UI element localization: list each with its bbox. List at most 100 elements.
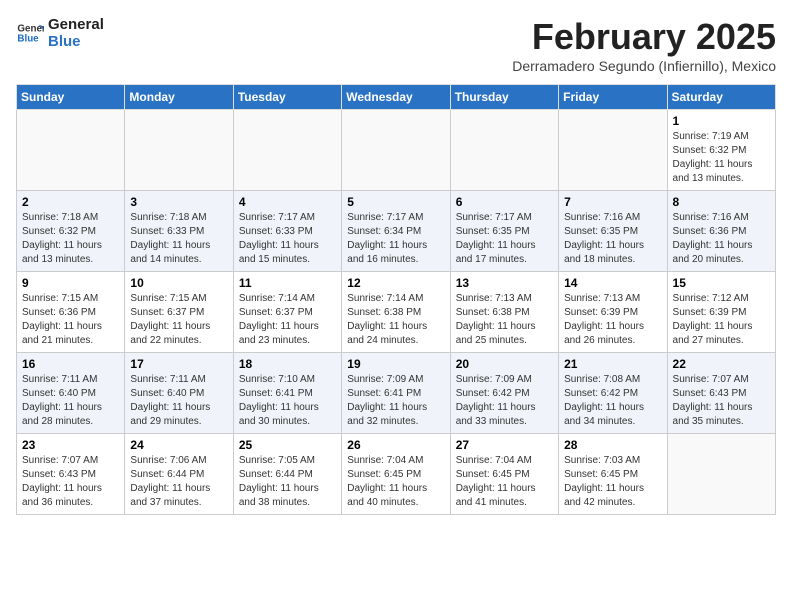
weekday-wednesday: Wednesday bbox=[342, 85, 450, 110]
calendar: SundayMondayTuesdayWednesdayThursdayFrid… bbox=[16, 84, 776, 515]
calendar-cell: 28 Sunrise: 7:03 AM Sunset: 6:45 PM Dayli… bbox=[559, 434, 667, 515]
day-info: Sunrise: 7:18 AM Sunset: 6:33 PM Dayligh… bbox=[130, 211, 227, 267]
header: General Blue General Blue February 2025 … bbox=[16, 16, 776, 74]
day-number: 10 bbox=[130, 276, 227, 290]
day-number: 23 bbox=[22, 438, 119, 452]
day-info: Sunrise: 7:05 AM Sunset: 6:44 PM Dayligh… bbox=[239, 454, 336, 510]
calendar-cell bbox=[450, 110, 558, 191]
day-info: Sunrise: 7:07 AM Sunset: 6:43 PM Dayligh… bbox=[22, 454, 119, 510]
calendar-cell: 16 Sunrise: 7:11 AM Sunset: 6:40 PM Dayli… bbox=[17, 353, 125, 434]
day-number: 11 bbox=[239, 276, 336, 290]
day-number: 15 bbox=[673, 276, 770, 290]
calendar-cell: 19 Sunrise: 7:09 AM Sunset: 6:41 PM Dayli… bbox=[342, 353, 450, 434]
day-number: 21 bbox=[564, 357, 661, 371]
day-info: Sunrise: 7:11 AM Sunset: 6:40 PM Dayligh… bbox=[130, 373, 227, 429]
calendar-cell bbox=[17, 110, 125, 191]
subtitle: Derramadero Segundo (Infiernillo), Mexic… bbox=[512, 58, 776, 74]
day-number: 17 bbox=[130, 357, 227, 371]
weekday-sunday: Sunday bbox=[17, 85, 125, 110]
day-info: Sunrise: 7:15 AM Sunset: 6:37 PM Dayligh… bbox=[130, 292, 227, 348]
calendar-cell: 23 Sunrise: 7:07 AM Sunset: 6:43 PM Dayli… bbox=[17, 434, 125, 515]
day-number: 25 bbox=[239, 438, 336, 452]
day-info: Sunrise: 7:09 AM Sunset: 6:42 PM Dayligh… bbox=[456, 373, 553, 429]
day-info: Sunrise: 7:08 AM Sunset: 6:42 PM Dayligh… bbox=[564, 373, 661, 429]
day-info: Sunrise: 7:16 AM Sunset: 6:35 PM Dayligh… bbox=[564, 211, 661, 267]
day-number: 1 bbox=[673, 114, 770, 128]
day-number: 18 bbox=[239, 357, 336, 371]
day-info: Sunrise: 7:16 AM Sunset: 6:36 PM Dayligh… bbox=[673, 211, 770, 267]
calendar-cell: 5 Sunrise: 7:17 AM Sunset: 6:34 PM Daylig… bbox=[342, 191, 450, 272]
day-number: 6 bbox=[456, 195, 553, 209]
calendar-cell: 13Sunrise: 7:13 AM Sunset: 6:38 PM Dayli… bbox=[450, 272, 558, 353]
calendar-cell: 21 Sunrise: 7:08 AM Sunset: 6:42 PM Dayli… bbox=[559, 353, 667, 434]
weekday-monday: Monday bbox=[125, 85, 233, 110]
logo-icon: General Blue bbox=[16, 19, 44, 47]
day-number: 7 bbox=[564, 195, 661, 209]
day-info: Sunrise: 7:17 AM Sunset: 6:35 PM Dayligh… bbox=[456, 211, 553, 267]
svg-text:Blue: Blue bbox=[17, 33, 39, 44]
day-number: 20 bbox=[456, 357, 553, 371]
calendar-cell: 4Sunrise: 7:17 AM Sunset: 6:33 PM Daylig… bbox=[233, 191, 341, 272]
calendar-cell: 26 Sunrise: 7:04 AM Sunset: 6:45 PM Dayli… bbox=[342, 434, 450, 515]
day-info: Sunrise: 7:09 AM Sunset: 6:41 PM Dayligh… bbox=[347, 373, 444, 429]
day-info: Sunrise: 7:11 AM Sunset: 6:40 PM Dayligh… bbox=[22, 373, 119, 429]
calendar-cell: 2Sunrise: 7:18 AM Sunset: 6:32 PM Daylig… bbox=[17, 191, 125, 272]
day-number: 8 bbox=[673, 195, 770, 209]
day-info: Sunrise: 7:04 AM Sunset: 6:45 PM Dayligh… bbox=[456, 454, 553, 510]
calendar-cell bbox=[342, 110, 450, 191]
day-number: 28 bbox=[564, 438, 661, 452]
day-number: 4 bbox=[239, 195, 336, 209]
day-number: 26 bbox=[347, 438, 444, 452]
day-number: 16 bbox=[22, 357, 119, 371]
calendar-cell: 6 Sunrise: 7:17 AM Sunset: 6:35 PM Daylig… bbox=[450, 191, 558, 272]
day-number: 14 bbox=[564, 276, 661, 290]
day-info: Sunrise: 7:14 AM Sunset: 6:38 PM Dayligh… bbox=[347, 292, 444, 348]
day-info: Sunrise: 7:14 AM Sunset: 6:37 PM Dayligh… bbox=[239, 292, 336, 348]
calendar-week-2: 2Sunrise: 7:18 AM Sunset: 6:32 PM Daylig… bbox=[17, 191, 776, 272]
day-info: Sunrise: 7:13 AM Sunset: 6:39 PM Dayligh… bbox=[564, 292, 661, 348]
day-number: 3 bbox=[130, 195, 227, 209]
calendar-cell: 20 Sunrise: 7:09 AM Sunset: 6:42 PM Dayli… bbox=[450, 353, 558, 434]
calendar-cell: 24 Sunrise: 7:06 AM Sunset: 6:44 PM Dayli… bbox=[125, 434, 233, 515]
day-info: Sunrise: 7:15 AM Sunset: 6:36 PM Dayligh… bbox=[22, 292, 119, 348]
title-area: February 2025 Derramadero Segundo (Infie… bbox=[512, 16, 776, 74]
weekday-header: SundayMondayTuesdayWednesdayThursdayFrid… bbox=[17, 85, 776, 110]
day-info: Sunrise: 7:04 AM Sunset: 6:45 PM Dayligh… bbox=[347, 454, 444, 510]
calendar-cell: 22 Sunrise: 7:07 AM Sunset: 6:43 PM Dayli… bbox=[667, 353, 775, 434]
day-number: 2 bbox=[22, 195, 119, 209]
weekday-tuesday: Tuesday bbox=[233, 85, 341, 110]
calendar-cell bbox=[233, 110, 341, 191]
weekday-friday: Friday bbox=[559, 85, 667, 110]
calendar-cell: 3 Sunrise: 7:18 AM Sunset: 6:33 PM Daylig… bbox=[125, 191, 233, 272]
calendar-cell: 9 Sunrise: 7:15 AM Sunset: 6:36 PM Daylig… bbox=[17, 272, 125, 353]
weekday-thursday: Thursday bbox=[450, 85, 558, 110]
day-number: 27 bbox=[456, 438, 553, 452]
calendar-cell: 11 Sunrise: 7:14 AM Sunset: 6:37 PM Dayli… bbox=[233, 272, 341, 353]
day-number: 24 bbox=[130, 438, 227, 452]
day-info: Sunrise: 7:12 AM Sunset: 6:39 PM Dayligh… bbox=[673, 292, 770, 348]
day-info: Sunrise: 7:03 AM Sunset: 6:45 PM Dayligh… bbox=[564, 454, 661, 510]
day-info: Sunrise: 7:07 AM Sunset: 6:43 PM Dayligh… bbox=[673, 373, 770, 429]
calendar-cell: 18 Sunrise: 7:10 AM Sunset: 6:41 PM Dayli… bbox=[233, 353, 341, 434]
day-info: Sunrise: 7:19 AM Sunset: 6:32 PM Dayligh… bbox=[673, 130, 770, 186]
day-number: 19 bbox=[347, 357, 444, 371]
calendar-week-3: 9 Sunrise: 7:15 AM Sunset: 6:36 PM Daylig… bbox=[17, 272, 776, 353]
day-number: 9 bbox=[22, 276, 119, 290]
day-number: 5 bbox=[347, 195, 444, 209]
month-title: February 2025 bbox=[512, 16, 776, 58]
calendar-week-1: 1 Sunrise: 7:19 AM Sunset: 6:32 PM Daylig… bbox=[17, 110, 776, 191]
calendar-week-4: 16 Sunrise: 7:11 AM Sunset: 6:40 PM Dayli… bbox=[17, 353, 776, 434]
day-info: Sunrise: 7:10 AM Sunset: 6:41 PM Dayligh… bbox=[239, 373, 336, 429]
calendar-cell bbox=[559, 110, 667, 191]
calendar-week-5: 23 Sunrise: 7:07 AM Sunset: 6:43 PM Dayli… bbox=[17, 434, 776, 515]
calendar-cell: 12Sunrise: 7:14 AM Sunset: 6:38 PM Dayli… bbox=[342, 272, 450, 353]
day-info: Sunrise: 7:06 AM Sunset: 6:44 PM Dayligh… bbox=[130, 454, 227, 510]
calendar-cell: 1 Sunrise: 7:19 AM Sunset: 6:32 PM Daylig… bbox=[667, 110, 775, 191]
weekday-saturday: Saturday bbox=[667, 85, 775, 110]
calendar-cell bbox=[125, 110, 233, 191]
calendar-cell: 14 Sunrise: 7:13 AM Sunset: 6:39 PM Dayli… bbox=[559, 272, 667, 353]
calendar-cell: 17 Sunrise: 7:11 AM Sunset: 6:40 PM Dayli… bbox=[125, 353, 233, 434]
calendar-cell: 10 Sunrise: 7:15 AM Sunset: 6:37 PM Dayli… bbox=[125, 272, 233, 353]
day-info: Sunrise: 7:17 AM Sunset: 6:34 PM Dayligh… bbox=[347, 211, 444, 267]
day-number: 22 bbox=[673, 357, 770, 371]
